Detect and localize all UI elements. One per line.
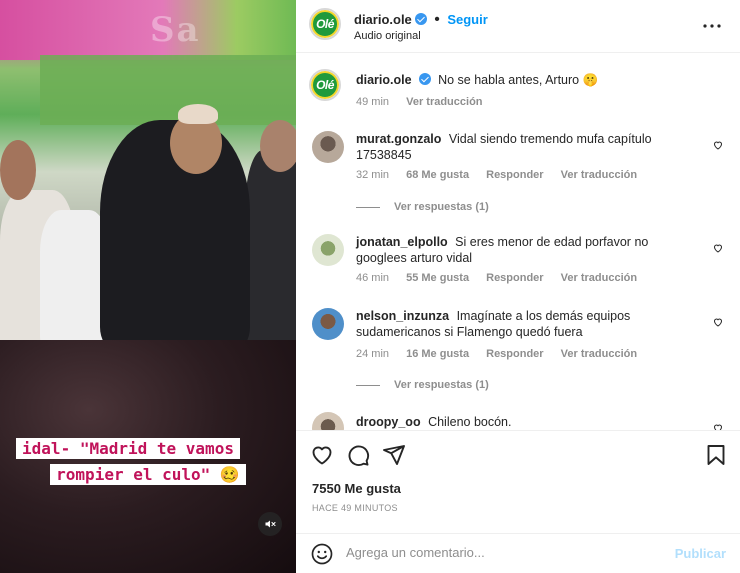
comment-username[interactable]: nelson_inzunza [356, 309, 449, 323]
commenter-avatar[interactable] [312, 412, 344, 430]
comment-text: Chileno bocón. [428, 415, 512, 429]
audio-label[interactable]: Audio original [354, 30, 421, 42]
action-bar: 7550 Me gusta HACE 49 MINUTOS [296, 430, 740, 534]
singer-hair [178, 104, 218, 124]
verified-badge-icon [418, 73, 431, 85]
mute-button[interactable] [258, 512, 282, 536]
caption-avatar[interactable]: Olé [309, 69, 341, 101]
likes-count[interactable]: 7550 Me gusta [312, 481, 401, 496]
comment-time: 46 min [356, 272, 390, 284]
translate-link[interactable]: Ver traducción [561, 348, 637, 360]
translate-link[interactable]: Ver traducción [561, 169, 637, 181]
publish-button[interactable]: Publicar [675, 546, 726, 561]
more-horizontal-icon [703, 24, 721, 28]
comment-username[interactable]: droopy_oo [356, 415, 421, 429]
comment-username[interactable]: murat.gonzalo [356, 132, 441, 146]
post-header: Olé diario.ole • Seguir Audio original [296, 0, 740, 53]
heart-icon[interactable] [712, 139, 724, 151]
comment-likes[interactable]: 16 Me gusta [406, 348, 469, 360]
video-player[interactable]: Sa idal- "Madrid te vamos rompier el cul… [0, 0, 296, 573]
author-username[interactable]: diario.ole [354, 12, 412, 27]
translate-link[interactable]: Ver traducción [561, 272, 637, 284]
video-caption-line-2: rompier el culo" 🥴 [50, 464, 246, 485]
translate-link[interactable]: Ver traducción [406, 96, 482, 108]
reply-button[interactable]: Responder [486, 169, 543, 181]
add-comment-bar: Publicar [296, 533, 740, 573]
commenter-avatar[interactable] [312, 234, 344, 266]
commenter-avatar[interactable] [312, 131, 344, 163]
reply-button[interactable]: Responder [486, 348, 543, 360]
follow-button[interactable]: Seguir [447, 12, 487, 27]
stage-screen [40, 55, 296, 125]
comment-bubble-icon[interactable] [346, 443, 370, 467]
caption-text: No se habla antes, Arturo 🤫 [438, 73, 599, 87]
comment-username[interactable]: jonatan_elpollo [356, 235, 448, 249]
person-left-head [0, 140, 36, 200]
reply-button[interactable]: Responder [486, 272, 543, 284]
speaker-muted-icon [265, 520, 276, 528]
save-bookmark-icon[interactable] [704, 443, 728, 467]
comment-time: 32 min [356, 169, 390, 181]
caption-username[interactable]: diario.ole [356, 73, 412, 87]
verified-badge-icon [414, 13, 427, 25]
share-send-icon[interactable] [382, 443, 406, 467]
person-right [245, 150, 296, 350]
post-time-ago[interactable]: HACE 49 MINUTOS [312, 503, 398, 513]
comments-list[interactable]: Olé diario.ole No se habla antes, Arturo… [296, 53, 740, 430]
emoji-icon[interactable] [310, 542, 334, 566]
caption-time: 49 min [356, 96, 390, 108]
person-right-head [260, 120, 296, 172]
comment-likes[interactable]: 68 Me gusta [406, 169, 469, 181]
comment-input[interactable] [346, 545, 656, 560]
heart-icon[interactable] [712, 422, 724, 430]
more-options-button[interactable] [700, 14, 724, 38]
heart-icon[interactable] [712, 242, 724, 254]
comment-time: 24 min [356, 348, 390, 360]
stage-backdrop: Sa [0, 0, 296, 60]
video-caption-line-1: idal- "Madrid te vamos [16, 438, 240, 459]
view-replies-button[interactable]: Ver respuestas (1) [356, 379, 489, 391]
avatar[interactable]: Olé [309, 8, 341, 40]
commenter-avatar[interactable] [312, 308, 344, 340]
view-replies-button[interactable]: Ver respuestas (1) [356, 201, 489, 213]
ole-logo: Olé [311, 10, 339, 38]
heart-icon[interactable] [712, 316, 724, 328]
comment-likes[interactable]: 55 Me gusta [406, 272, 469, 284]
like-heart-icon[interactable] [310, 443, 334, 467]
post-panel: Olé diario.ole • Seguir Audio original O… [296, 0, 740, 573]
